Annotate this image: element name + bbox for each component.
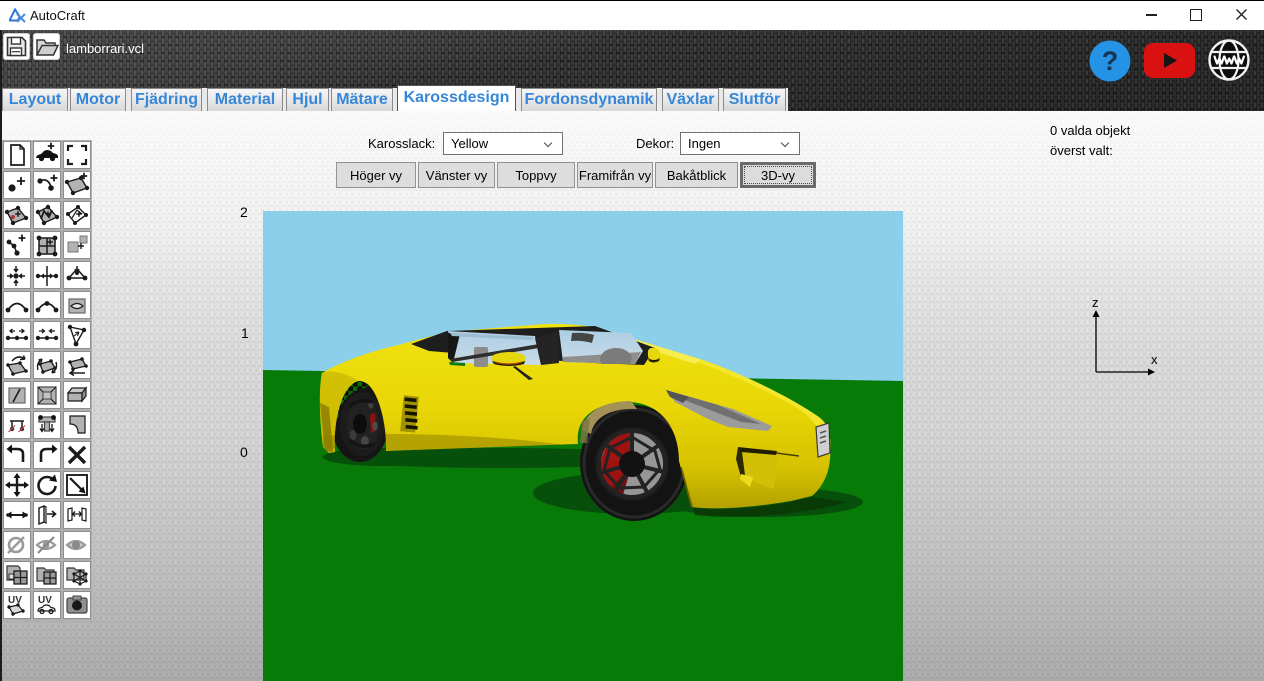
svg-text:UV: UV [38,595,52,606]
svg-text:x: x [1151,352,1158,367]
svg-text:z: z [1092,297,1099,310]
svg-text:UV: UV [8,595,22,606]
svg-text:?: ? [1102,46,1119,76]
